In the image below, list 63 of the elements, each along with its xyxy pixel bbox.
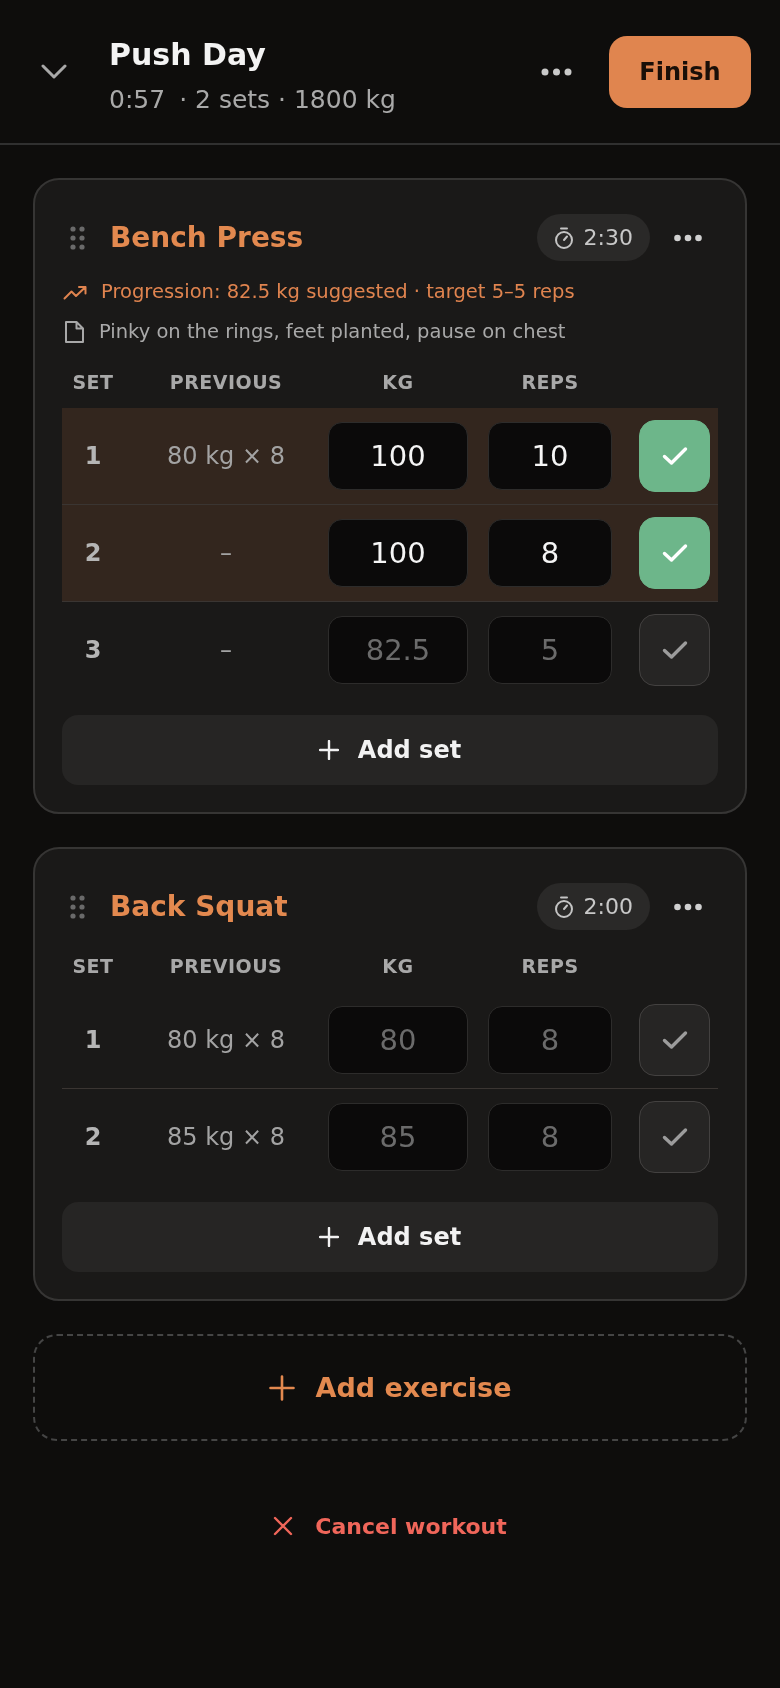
previous-set-text: – <box>219 636 233 664</box>
add-set-button[interactable]: Add set <box>62 715 718 785</box>
weight-input[interactable]: 100 <box>328 519 468 587</box>
column-header: SET <box>71 954 115 978</box>
finish-button[interactable]: Finish <box>609 35 751 108</box>
previous-set-text: 80 kg × 8 <box>166 442 286 470</box>
drag-handle-icon[interactable] <box>70 225 85 250</box>
drag-handle-icon[interactable] <box>70 894 85 919</box>
workout-title: Push Day <box>109 36 267 74</box>
weight-input[interactable]: 80 <box>328 1006 468 1074</box>
column-header: REPS <box>520 954 580 978</box>
set-number: 1 <box>83 1026 103 1054</box>
weight-input[interactable]: 82.5 <box>328 616 468 684</box>
complete-set-button[interactable] <box>639 517 710 589</box>
exercise-note: Pinky on the rings, feet planted, pause on chest <box>99 319 566 345</box>
plus-icon <box>268 1374 295 1401</box>
checkmark-icon <box>661 640 688 660</box>
plus-icon <box>318 1227 339 1247</box>
previous-set-text: 80 kg × 8 <box>166 1026 286 1054</box>
reps-input[interactable]: 8 <box>488 1006 612 1074</box>
stopwatch-icon <box>553 895 574 918</box>
progression-hint: Progression: 82.5 kg suggested · target 5–5 reps <box>101 279 575 305</box>
checkmark-icon <box>661 446 688 466</box>
reps-input[interactable]: 8 <box>488 1103 612 1171</box>
add-set-button[interactable]: Add set <box>62 1202 718 1272</box>
column-header: REPS <box>520 370 580 394</box>
more-icon[interactable] <box>674 902 702 911</box>
workout-summary: · 2 sets · 1800 kg <box>179 84 396 116</box>
column-header: PREVIOUS <box>168 370 284 394</box>
set-number: 3 <box>83 636 103 664</box>
document-icon <box>64 321 84 343</box>
weight-input[interactable]: 100 <box>328 422 468 490</box>
exercise-title: Back Squat <box>110 888 289 925</box>
close-icon <box>273 1516 294 1536</box>
checkmark-icon <box>661 1030 688 1050</box>
reps-input[interactable]: 8 <box>488 519 612 587</box>
reps-input[interactable]: 5 <box>488 616 612 684</box>
set-number: 2 <box>83 1123 103 1151</box>
add-exercise-button[interactable]: Add exercise <box>33 1334 747 1441</box>
more-icon[interactable] <box>674 233 702 242</box>
stopwatch-icon <box>553 226 574 249</box>
column-header: PREVIOUS <box>168 954 284 978</box>
reps-input[interactable]: 10 <box>488 422 612 490</box>
rest-timer-button[interactable]: 2:30 <box>536 214 650 261</box>
more-icon[interactable] <box>541 67 572 76</box>
set-number: 2 <box>83 539 103 567</box>
column-header: KG <box>381 954 415 978</box>
trending-up-icon <box>63 284 87 300</box>
rest-timer-button[interactable]: 2:00 <box>536 883 650 930</box>
column-header: SET <box>71 370 115 394</box>
weight-input[interactable]: 85 <box>328 1103 468 1171</box>
column-header: KG <box>381 370 415 394</box>
checkmark-icon <box>661 1127 688 1147</box>
previous-set-text: – <box>219 539 233 567</box>
set-number: 1 <box>83 442 103 470</box>
elapsed-time: 0:57 <box>109 84 166 116</box>
plus-icon <box>318 740 339 760</box>
cancel-workout-button[interactable]: Cancel workout <box>269 1504 511 1548</box>
chevron-down-icon[interactable] <box>41 64 67 79</box>
complete-set-button[interactable] <box>639 420 710 492</box>
exercise-title: Bench Press <box>110 219 305 256</box>
checkmark-icon <box>661 543 688 563</box>
previous-set-text: 85 kg × 8 <box>166 1123 286 1151</box>
